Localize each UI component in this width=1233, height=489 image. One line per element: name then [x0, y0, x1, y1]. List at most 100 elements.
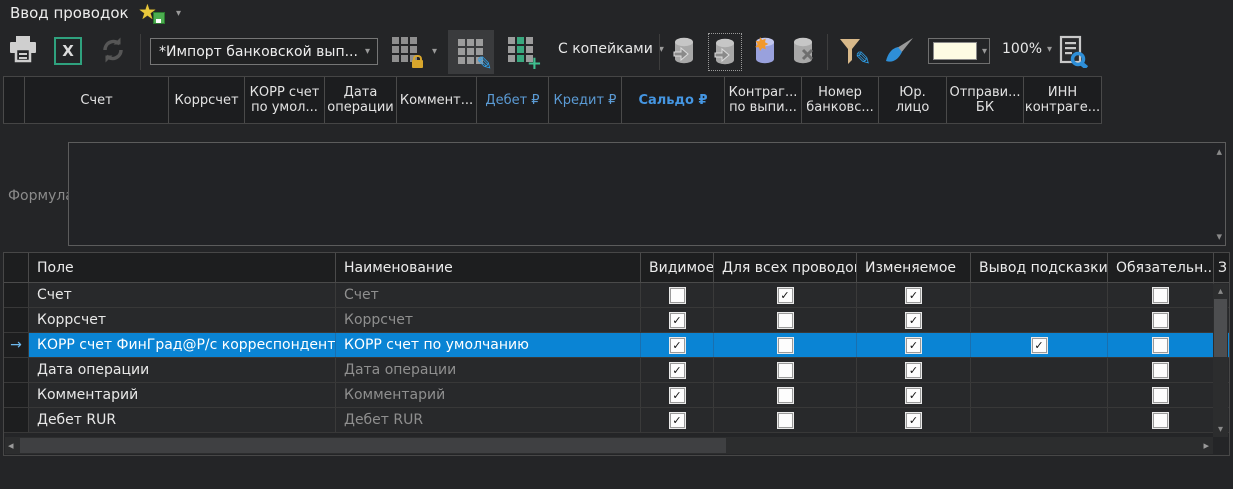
checkbox[interactable] — [778, 338, 793, 353]
cell-for-all[interactable] — [714, 408, 857, 432]
cell-visible[interactable]: ✓ — [641, 308, 714, 332]
cell-hint[interactable] — [971, 283, 1108, 307]
refresh-button[interactable] — [98, 36, 128, 64]
cell-editable[interactable]: ✓ — [857, 308, 971, 332]
field-column-bank-number[interactable]: Номер банковс... — [802, 77, 879, 123]
brush-button[interactable] — [882, 37, 914, 67]
field-column-debet[interactable]: Дебет ₽ — [477, 77, 549, 123]
cell-name[interactable]: Дебет RUR — [336, 408, 641, 432]
cell-name[interactable]: Комментарий — [336, 383, 641, 407]
cell-hint[interactable] — [971, 308, 1108, 332]
cell-field[interactable]: Счет — [29, 283, 336, 307]
cell-for-all[interactable]: ✓ — [714, 283, 857, 307]
cell-visible[interactable]: ✓ — [641, 383, 714, 407]
grid-header-dlya-vseh[interactable]: Для всех проводок — [714, 253, 857, 282]
kopecks-dropdown[interactable]: С копейками ▾ — [558, 41, 664, 57]
favorite-button[interactable]: ★ — [138, 0, 164, 26]
filter-edit-button[interactable]: ✎ — [838, 36, 866, 66]
grid-header-izmenyaemoe[interactable]: Изменяемое — [857, 253, 971, 282]
checkbox[interactable]: ✓ — [906, 288, 921, 303]
checkbox[interactable]: ✓ — [906, 388, 921, 403]
cell-visible[interactable]: ✓ — [641, 333, 714, 357]
checkbox[interactable] — [1153, 363, 1168, 378]
cell-name[interactable]: КОРР счет по умолчанию — [336, 333, 641, 357]
formula-textarea[interactable]: ▴ ▾ — [68, 142, 1226, 246]
db-import-selection-button[interactable] — [708, 33, 742, 71]
grid-header-pole[interactable]: Поле — [29, 253, 336, 282]
scroll-down-icon[interactable]: ▾ — [1213, 424, 1228, 435]
field-column-korr-default[interactable]: КОРР счет по умол... — [245, 77, 325, 123]
grid-edit-button-active[interactable]: ✎ — [448, 30, 494, 74]
cell-hint[interactable] — [971, 358, 1108, 382]
grid-header-naimenovanie[interactable]: Наименование — [336, 253, 641, 282]
cell-field[interactable]: Дебет RUR — [29, 408, 336, 432]
table-row[interactable]: Дата операции Дата операции ✓ ✓ — [4, 358, 1229, 383]
field-column-saldo[interactable]: Сальдо ₽ — [622, 77, 725, 123]
field-column-op-date[interactable]: Дата операции — [325, 77, 397, 123]
scroll-up-icon[interactable]: ▴ — [1213, 286, 1228, 297]
grid-lock-button[interactable] — [392, 37, 419, 64]
checkbox[interactable]: ✓ — [670, 363, 685, 378]
cell-name[interactable]: Коррсчет — [336, 308, 641, 332]
checkbox[interactable] — [1153, 388, 1168, 403]
grid-header-vyvod-podskazki[interactable]: Вывод подсказки — [971, 253, 1108, 282]
row-selector-arrow[interactable]: → — [4, 333, 29, 357]
table-row[interactable]: Дебет RUR Дебет RUR ✓ ✓ — [4, 408, 1229, 433]
field-column-kredit[interactable]: Кредит ₽ — [549, 77, 622, 123]
checkbox[interactable] — [1153, 313, 1168, 328]
checkbox[interactable] — [778, 313, 793, 328]
checkbox[interactable]: ✓ — [906, 363, 921, 378]
table-row-selected[interactable]: → КОРР счет ФинГрад@Р/с корреспондента К… — [4, 333, 1229, 358]
db-delete-button[interactable] — [790, 36, 816, 66]
checkbox[interactable] — [670, 288, 685, 303]
color-picker-dropdown[interactable]: ▾ — [928, 38, 990, 64]
cell-field[interactable]: Комментарий — [29, 383, 336, 407]
field-column-jur-lico[interactable]: Юр. лицо — [879, 77, 947, 123]
field-column-comment[interactable]: Коммент... — [397, 77, 477, 123]
cell-editable[interactable]: ✓ — [857, 408, 971, 432]
row-selector-cell[interactable] — [4, 383, 29, 407]
cell-hint[interactable] — [971, 408, 1108, 432]
cell-editable[interactable]: ✓ — [857, 383, 971, 407]
field-column-schet[interactable]: Счет — [25, 77, 169, 123]
grid-header-obyazateln[interactable]: Обязательн... — [1108, 253, 1214, 282]
print-button[interactable] — [8, 36, 38, 63]
scroll-up-icon[interactable]: ▴ — [1216, 146, 1222, 157]
cell-required[interactable] — [1108, 383, 1214, 407]
horizontal-scrollbar-thumb[interactable] — [20, 438, 726, 453]
scroll-down-icon[interactable]: ▾ — [1216, 231, 1222, 242]
table-row[interactable]: Счет Счет ✓ ✓ — [4, 283, 1229, 308]
row-selector-cell[interactable] — [4, 283, 29, 307]
checkbox[interactable]: ✓ — [906, 413, 921, 428]
table-row[interactable]: Коррсчет Коррсчет ✓ ✓ — [4, 308, 1229, 333]
checkbox[interactable] — [1153, 288, 1168, 303]
checkbox[interactable] — [1153, 413, 1168, 428]
checkbox[interactable]: ✓ — [670, 313, 685, 328]
checkbox[interactable] — [778, 388, 793, 403]
report-settings-button[interactable] — [1056, 35, 1090, 68]
scroll-left-icon[interactable]: ◂ — [8, 438, 14, 453]
cell-visible[interactable] — [641, 283, 714, 307]
favorite-caret-icon[interactable]: ▾ — [176, 8, 181, 19]
cell-field[interactable]: Коррсчет — [29, 308, 336, 332]
cell-required[interactable] — [1108, 283, 1214, 307]
cell-editable[interactable]: ✓ — [857, 358, 971, 382]
excel-export-button[interactable]: X — [54, 37, 82, 65]
cell-field[interactable]: Дата операции — [29, 358, 336, 382]
cell-visible[interactable]: ✓ — [641, 408, 714, 432]
checkbox[interactable]: ✓ — [670, 413, 685, 428]
cell-editable[interactable]: ✓ — [857, 283, 971, 307]
zoom-dropdown[interactable]: 100% ▾ — [1002, 41, 1052, 57]
checkbox[interactable]: ✓ — [778, 288, 793, 303]
cell-required[interactable] — [1108, 408, 1214, 432]
cell-for-all[interactable] — [714, 358, 857, 382]
scroll-right-icon[interactable]: ▸ — [1203, 438, 1209, 453]
grid-add-column-button[interactable]: + — [508, 37, 535, 64]
cell-name[interactable]: Дата операции — [336, 358, 641, 382]
cell-required[interactable] — [1108, 358, 1214, 382]
cell-required[interactable] — [1108, 333, 1214, 357]
vertical-scrollbar-thumb[interactable] — [1214, 299, 1227, 357]
grid-lock-caret-icon[interactable]: ▾ — [432, 46, 437, 57]
row-selector-cell[interactable] — [4, 308, 29, 332]
field-column-korrschet[interactable]: Коррсчет — [169, 77, 245, 123]
